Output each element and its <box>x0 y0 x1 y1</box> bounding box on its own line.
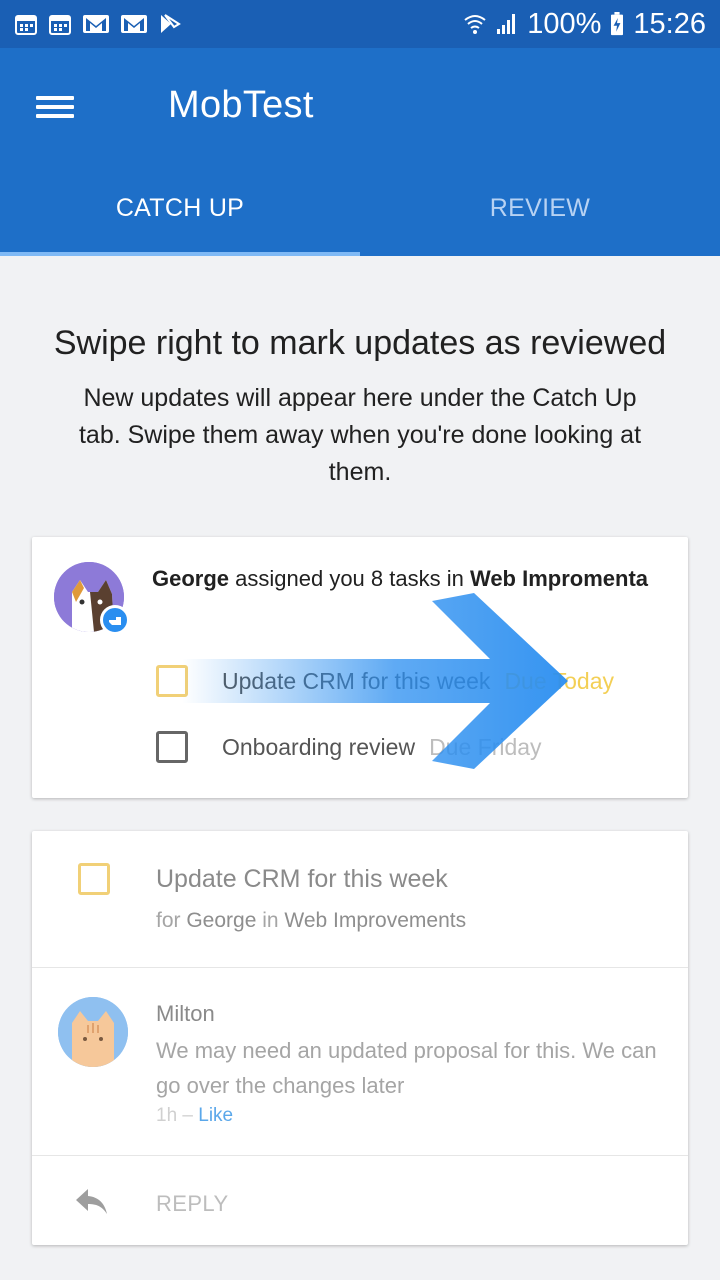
pointer-badge-icon <box>100 605 130 635</box>
task-due: Due Today <box>504 667 614 694</box>
tab-bar: CATCH UP REVIEW <box>0 160 720 256</box>
avatar <box>58 997 128 1067</box>
notification-text: George assigned you 8 tasks in Web Impro… <box>152 561 652 597</box>
app-title: MobTest <box>168 84 314 126</box>
intro-title: Swipe right to mark updates as reviewed <box>53 324 667 362</box>
notification-project: Web Impromenta <box>469 566 649 591</box>
comment-author: Milton <box>156 1001 215 1026</box>
task-due: Due Friday <box>429 733 542 760</box>
notification-action: assigned you 8 tasks in <box>229 566 470 591</box>
calendar-icon <box>49 15 71 35</box>
clock: 15:26 <box>633 7 706 40</box>
wifi-icon <box>464 15 486 34</box>
comment-time: 1h <box>156 1105 178 1126</box>
tab-catch-up[interactable]: CATCH UP <box>0 160 360 256</box>
active-tab-indicator <box>0 252 360 256</box>
gmail-icon <box>83 15 109 33</box>
task-comment-card: Update CRM for this week for George in W… <box>32 831 688 1245</box>
comment-text: We may need an updated proposal for this… <box>156 1038 657 1098</box>
task-subtitle-mid: in <box>256 909 285 932</box>
task-subtitle-user: George <box>186 909 257 932</box>
status-bar: 100% 15:26 <box>0 0 720 48</box>
task-subtitle-prefix: for <box>156 909 187 932</box>
notification-user: George <box>152 566 230 591</box>
task-label: Onboarding review <box>222 733 416 760</box>
like-link[interactable]: Like <box>198 1105 233 1126</box>
comment-meta: 1h – Like <box>156 1105 233 1127</box>
notification-card[interactable]: George assigned you 8 tasks in Web Impro… <box>32 537 688 798</box>
cat-avatar-icon <box>58 997 128 1067</box>
task-row: Update CRM for this week Due Today <box>156 661 614 701</box>
task-checkbox[interactable] <box>156 665 188 697</box>
task-subtitle: for George in Web Improvements <box>156 909 466 933</box>
task-label: Update CRM for this week <box>222 667 491 694</box>
reply-button[interactable]: REPLY <box>156 1191 229 1217</box>
divider <box>32 967 688 968</box>
reply-icon[interactable] <box>74 1187 110 1217</box>
hamburger-menu-icon[interactable] <box>36 90 76 126</box>
battery-percent: 100% <box>527 7 602 40</box>
divider <box>32 1155 688 1156</box>
battery-charging-icon <box>611 12 624 36</box>
task-checkbox[interactable] <box>156 731 188 763</box>
intro-body: New updates will appear here under the C… <box>78 384 642 486</box>
comment-separator: – <box>177 1105 199 1126</box>
play-store-icon <box>161 14 181 33</box>
signal-icon <box>497 14 516 34</box>
task-title[interactable]: Update CRM for this week <box>156 865 448 894</box>
app-bar: MobTest CATCH UP REVIEW <box>0 48 720 256</box>
gmail-icon <box>121 15 147 33</box>
task-checkbox[interactable] <box>78 863 110 895</box>
task-subtitle-project: Web Improvements <box>284 909 467 932</box>
tab-review[interactable]: REVIEW <box>360 160 720 256</box>
calendar-icon <box>15 15 37 35</box>
task-row: Onboarding review Due Friday <box>156 727 542 767</box>
